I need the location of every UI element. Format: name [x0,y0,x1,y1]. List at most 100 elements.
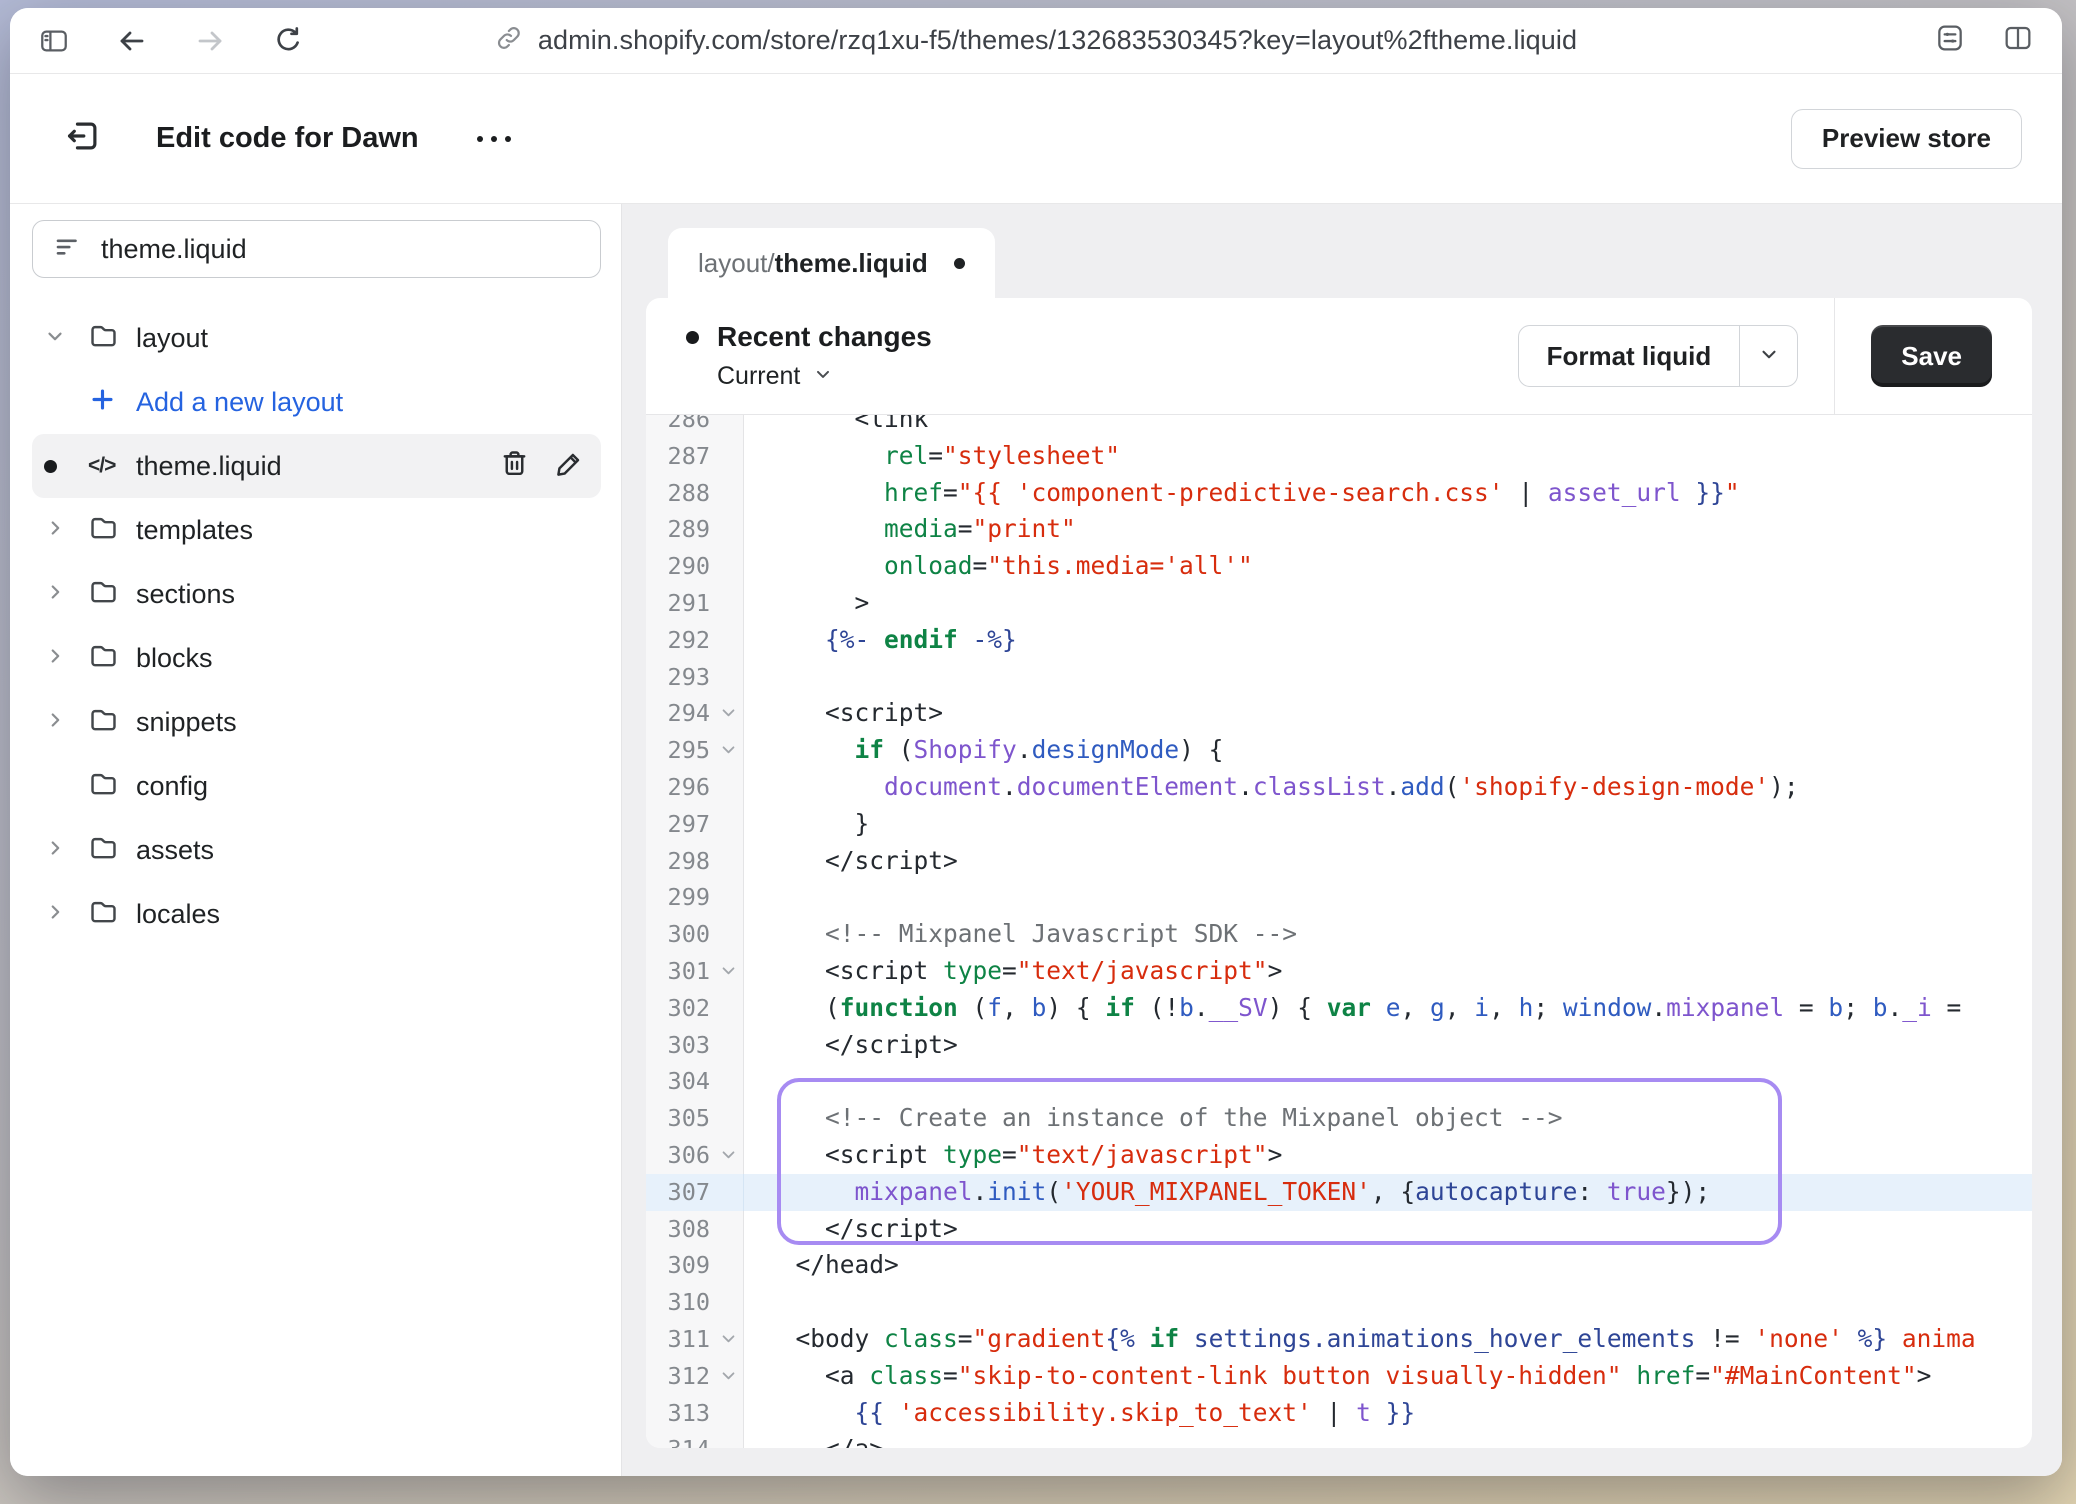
line-number: 310 [646,1284,715,1321]
code-line-299[interactable]: 299 [646,879,2032,916]
chevron-right-icon[interactable] [44,837,66,864]
code-line-289[interactable]: 289 media="print" [646,511,2032,548]
folder-icon [88,832,119,868]
code-line-292[interactable]: 292 {%- endif -%} [646,622,2032,659]
code-line-301[interactable]: 301 <script type="text/javascript"> [646,953,2032,990]
sidebar-item-templates[interactable]: templates [32,498,601,562]
line-number: 308 [646,1211,715,1248]
back-icon[interactable] [116,25,148,57]
plus-icon [88,385,117,419]
recent-changes-dot [686,331,699,344]
code-area[interactable]: 286 <link287 rel="stylesheet"288 href="{… [646,415,2032,1448]
code-line-305[interactable]: 305 <!-- Create an instance of the Mixpa… [646,1100,2032,1137]
code-line-291[interactable]: 291 > [646,585,2032,622]
code-line-297[interactable]: 297 } [646,806,2032,843]
preview-store-button[interactable]: Preview store [1791,109,2022,169]
fold-chevron-icon[interactable] [720,695,737,732]
code-line-text: {%- endif -%} [744,622,1017,659]
code-line-303[interactable]: 303 </script> [646,1027,2032,1064]
chevron-right-icon[interactable] [44,581,66,608]
line-number: 314 [646,1431,715,1448]
version-label: Current [717,362,800,391]
split-view-icon[interactable] [2002,22,2034,59]
delete-file-icon[interactable] [499,448,530,484]
code-line-304[interactable]: 304 [646,1063,2032,1100]
fold-chevron-icon[interactable] [720,1358,737,1395]
code-line-text: </script> [744,843,958,880]
chevron-right-icon[interactable] [44,901,66,928]
code-line-307[interactable]: 307 mixpanel.init('YOUR_MIXPANEL_TOKEN',… [646,1174,2032,1211]
chevron-right-icon[interactable] [44,645,66,672]
code-line-290[interactable]: 290 onload="this.media='all'" [646,548,2032,585]
page-title: Edit code for Dawn [156,122,419,155]
line-number: 301 [646,953,715,990]
sidebar-add-layout-button[interactable]: Add a new layout [32,370,601,434]
forward-icon[interactable] [194,25,226,57]
sidebar-item-sections[interactable]: sections [32,562,601,626]
save-button[interactable]: Save [1871,325,1992,387]
code-line-text [744,1284,766,1321]
code-line-293[interactable]: 293 [646,659,2032,696]
version-selector[interactable]: Current [717,362,932,391]
code-line-310[interactable]: 310 [646,1284,2032,1321]
chevron-right-icon[interactable] [44,709,66,736]
code-line-300[interactable]: 300 <!-- Mixpanel Javascript SDK --> [646,916,2032,953]
unsaved-dot [44,460,57,473]
search-input[interactable] [101,234,580,265]
sidebar-item-label: Add a new layout [136,387,343,418]
chevron-right-icon[interactable] [44,517,66,544]
edit-file-icon[interactable] [554,448,585,484]
reload-icon[interactable] [272,25,304,57]
sidebar-item-locales[interactable]: locales [32,882,601,946]
sidebar-item-snippets[interactable]: snippets [32,690,601,754]
code-line-295[interactable]: 295 if (Shopify.designMode) { [646,732,2032,769]
chevron-down-icon [1758,343,1780,370]
fold-chevron-icon[interactable] [720,953,737,990]
tab-path-prefix: layout/ [698,248,775,279]
code-line-text [744,1063,766,1100]
sidebar-item-theme-liquid[interactable]: </>theme.liquid [32,434,601,498]
code-line-313[interactable]: 313 {{ 'accessibility.skip_to_text' | t … [646,1395,2032,1432]
fold-chevron-icon[interactable] [720,732,737,769]
tab-theme-liquid[interactable]: layout/theme.liquid [668,228,995,298]
sidebar-item-assets[interactable]: assets [32,818,601,882]
ellipsis-icon[interactable] [477,136,511,142]
code-line-306[interactable]: 306 <script type="text/javascript"> [646,1137,2032,1174]
code-line-298[interactable]: 298 </script> [646,843,2032,880]
folder-icon [88,896,119,932]
code-line-288[interactable]: 288 href="{{ 'component-predictive-searc… [646,475,2032,512]
code-line-296[interactable]: 296 document.documentElement.classList.a… [646,769,2032,806]
format-liquid-menu-button[interactable] [1739,326,1797,386]
line-number: 295 [646,732,715,769]
code-line-text: <a class="skip-to-content-link button vi… [744,1358,1931,1395]
code-line-308[interactable]: 308 </script> [646,1211,2032,1248]
fold-chevron-icon[interactable] [720,1321,737,1358]
folder-icon [88,512,119,548]
tab-file-name: theme.liquid [775,248,928,279]
fold-chevron-icon[interactable] [720,1137,737,1174]
code-line-312[interactable]: 312 <a class="skip-to-content-link butto… [646,1358,2032,1395]
code-line-text [744,659,766,696]
sidebar-item-config[interactable]: config [32,754,601,818]
address-bar[interactable]: admin.shopify.com/store/rzq1xu-f5/themes… [495,24,1577,57]
browser-window: admin.shopify.com/store/rzq1xu-f5/themes… [10,8,2062,1476]
format-liquid-button[interactable]: Format liquid [1519,326,1740,386]
code-line-text: <script type="text/javascript"> [744,953,1282,990]
code-line-286[interactable]: 286 <link [646,415,2032,438]
code-line-311[interactable]: 311 <body class="gradient{% if settings.… [646,1321,2032,1358]
code-line-text: onload="this.media='all'" [744,548,1253,585]
code-line-287[interactable]: 287 rel="stylesheet" [646,438,2032,475]
sidebar-toggle-icon[interactable] [38,25,70,57]
chevron-down-icon[interactable] [44,325,66,352]
sidebar-item-blocks[interactable]: blocks [32,626,601,690]
code-line-314[interactable]: 314 </a> [646,1431,2032,1448]
code-line-309[interactable]: 309 </head> [646,1247,2032,1284]
file-sidebar: layout Add a new layout </>theme.liquidtem… [10,204,622,1476]
exit-icon[interactable] [64,117,102,160]
line-number: 299 [646,879,715,916]
page-settings-icon[interactable] [1934,22,1966,59]
sidebar-item-layout[interactable]: layout [32,306,601,370]
file-search[interactable] [32,220,601,278]
code-line-294[interactable]: 294 <script> [646,695,2032,732]
code-line-302[interactable]: 302 (function (f, b) { if (!b.__SV) { va… [646,990,2032,1027]
